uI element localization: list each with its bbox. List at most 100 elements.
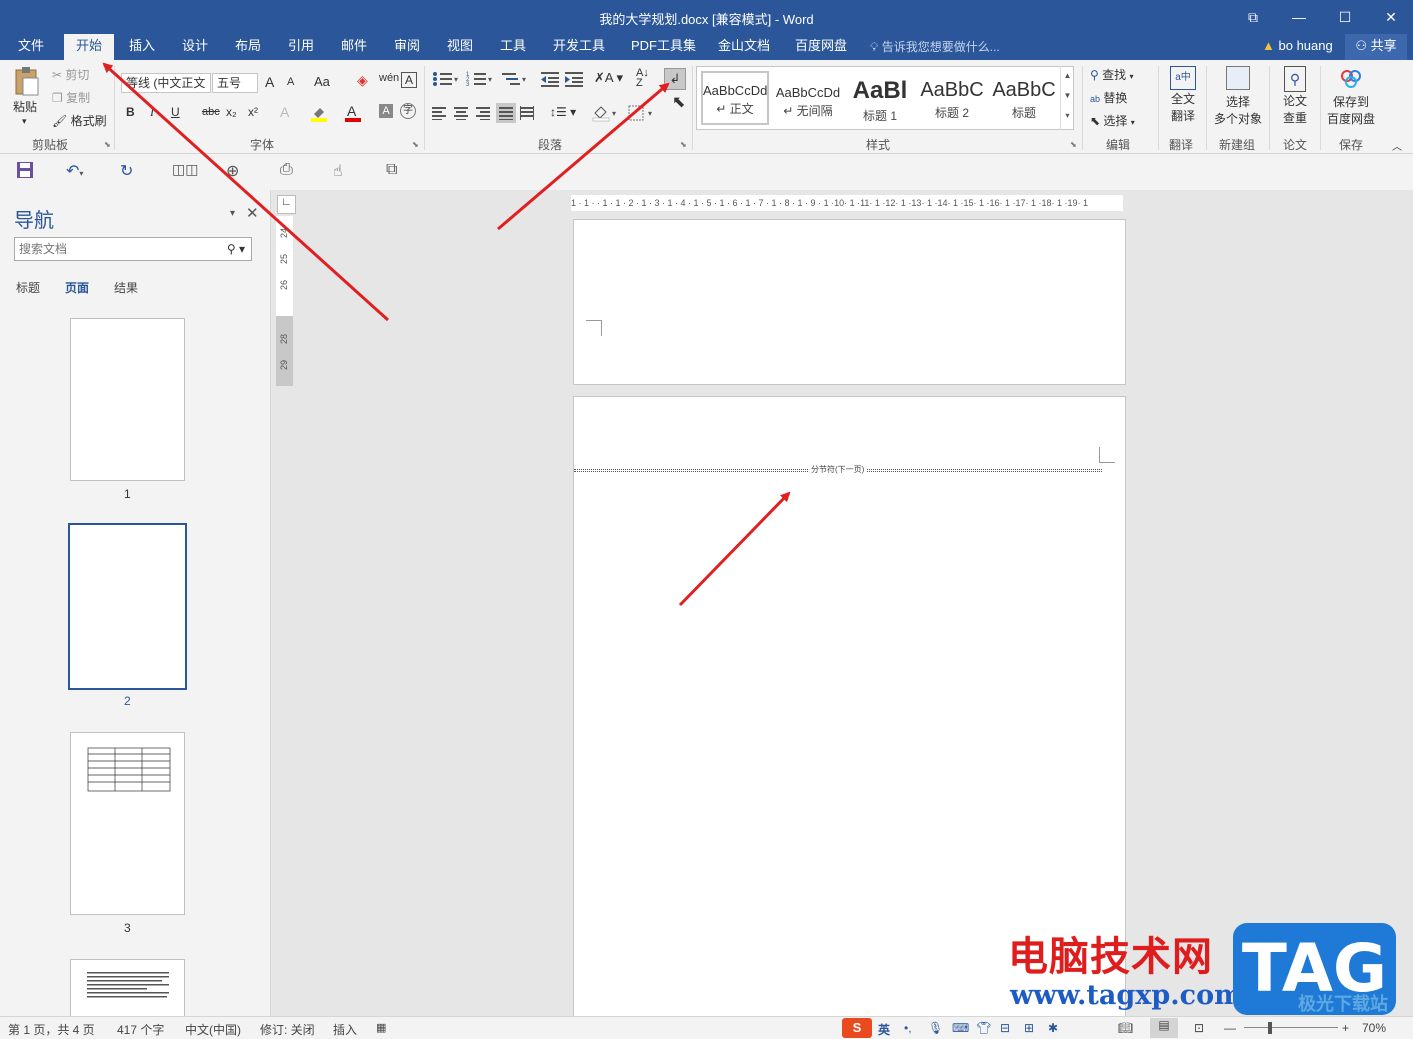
line-spacing-icon[interactable]: ↕☰ ▾ [550, 105, 576, 119]
vertical-ruler[interactable]: 24 25 26 28 29 [276, 216, 293, 386]
numbering-icon[interactable]: 1 2 3 ▾ [466, 70, 494, 91]
minimize-button[interactable]: — [1276, 5, 1322, 29]
subscript-button[interactable]: x₂ [226, 105, 237, 119]
format-painter-button[interactable]: 🖌︎ 格式刷 [52, 112, 107, 129]
tab-review[interactable]: 审阅 [382, 34, 432, 60]
user-account[interactable]: ▲ bo huang [1262, 38, 1333, 53]
insert-mode[interactable]: 插入 [333, 1021, 357, 1038]
tab-insert[interactable]: 插入 [117, 34, 167, 60]
collapse-ribbon-icon[interactable]: ︿ [1392, 138, 1402, 153]
tab-layout[interactable]: 布局 [223, 34, 273, 60]
align-right-icon[interactable] [476, 106, 492, 123]
zoom-level[interactable]: 70% [1362, 1021, 1386, 1035]
tab-design[interactable]: 设计 [170, 34, 220, 60]
horizontal-ruler[interactable]: 1 · 1 · · 1 · 1 · 2 · 1 · 3 · 1 · 4 · 1 … [571, 195, 1123, 211]
redo-icon[interactable]: ↻ [120, 161, 144, 183]
settings-icon[interactable]: ✱ [1048, 1021, 1058, 1035]
multilevel-list-icon[interactable]: ▾ [500, 70, 528, 91]
align-left-icon[interactable] [432, 106, 448, 123]
tab-kingsoft-docs[interactable]: 金山文档 [706, 34, 782, 60]
paste-dropdown-icon[interactable]: ▾ [22, 116, 27, 127]
zoom-slider[interactable] [1244, 1027, 1338, 1028]
page-thumbnail-2[interactable] [68, 523, 187, 690]
tab-file[interactable]: 文件 [6, 34, 56, 60]
print-layout-view-icon[interactable]: ▤ [1150, 1018, 1178, 1038]
styles-scroll[interactable]: ▲ ▼ ▾ [1060, 66, 1074, 130]
shading-icon[interactable]: ▾ [592, 104, 622, 125]
replace-button[interactable]: ab 替换 [1090, 89, 1127, 106]
search-icon[interactable]: ⚲ ▾ [227, 238, 245, 260]
sogou-ime-icon[interactable]: S [842, 1018, 872, 1038]
tab-view[interactable]: 视图 [435, 34, 485, 60]
font-size-combo[interactable]: 五号 [212, 73, 258, 93]
char-shading-icon[interactable]: A [379, 104, 393, 118]
zoom-out-icon[interactable]: — [1224, 1021, 1236, 1035]
text-effects-icon[interactable]: A [280, 104, 289, 120]
search-input[interactable]: 搜索文档 ⚲ ▾ [14, 237, 252, 261]
select-objects-button[interactable]: 选择 多个对象 [1213, 66, 1263, 127]
italic-button[interactable]: I [150, 105, 154, 120]
tab-pdf-tools[interactable]: PDF工具集 [619, 34, 708, 60]
tab-baidu-netdisk[interactable]: 百度网盘 [783, 34, 859, 60]
document-area[interactable]: ∟ 24 25 26 28 29 1 · 1 · · 1 · 1 · 2 · 1… [272, 190, 1413, 1016]
page-1-bottom[interactable] [573, 219, 1126, 385]
change-case-button[interactable]: Aa [314, 74, 330, 89]
read-mode-view-icon[interactable]: 📖︎ [1118, 1021, 1133, 1035]
style-heading-2[interactable]: AaBbC 标题 2 [917, 75, 987, 129]
apps-icon[interactable]: ⊞ [1024, 1021, 1034, 1035]
ribbon-display-button[interactable]: ⧉ [1230, 5, 1276, 29]
select-button[interactable]: ⬉ 选择 ▾ [1090, 112, 1135, 129]
page-thumbnail-1[interactable] [70, 318, 185, 481]
clipboard-launcher-icon[interactable]: ⬊ [104, 140, 111, 149]
read-mode-icon[interactable]: ◫◫ [172, 161, 198, 183]
paste-icon[interactable] [12, 66, 42, 96]
page-thumbnail-4[interactable] [70, 959, 185, 1016]
page-count[interactable]: 第 1 页，共 4 页 [8, 1021, 95, 1038]
print-preview-icon[interactable]: ⎙ [280, 161, 304, 183]
touch-mode-icon[interactable]: ☝ [333, 161, 357, 183]
customize-qat-icon[interactable]: ⧉ [386, 161, 410, 183]
keyboard-icon[interactable]: ⌨ [952, 1021, 969, 1035]
superscript-button[interactable]: x² [248, 105, 258, 119]
clear-format-icon[interactable]: ◈ [357, 72, 368, 89]
skin-icon[interactable]: 👕︎ [976, 1021, 991, 1035]
highlight-icon[interactable] [310, 104, 328, 125]
copy-button[interactable]: ❐ 复制 [52, 89, 90, 106]
paper-check-button[interactable]: ⚲ 论文 查重 [1280, 66, 1310, 126]
tab-tools[interactable]: 工具 [488, 34, 538, 60]
microphone-icon[interactable]: 🎙︎ [928, 1021, 943, 1035]
strikethrough-button[interactable]: abc [202, 106, 220, 118]
find-button[interactable]: ⚲ 查找 ▾ [1090, 66, 1134, 83]
tab-selector-icon[interactable]: ∟ [277, 195, 296, 214]
toolbox-icon[interactable]: ⊟ [1000, 1021, 1010, 1035]
zoom-slider-thumb[interactable] [1268, 1022, 1272, 1034]
increase-indent-icon[interactable] [564, 70, 584, 91]
sort-icon[interactable]: A↓ Z [636, 68, 649, 89]
style-title[interactable]: AaBbC 标题 [989, 75, 1059, 129]
page-thumbnail-3[interactable] [70, 732, 185, 915]
tell-me-box[interactable]: 💡︎ 告诉我您想要做什么... [870, 38, 1000, 55]
phonetic-guide-icon[interactable]: wén [379, 72, 399, 84]
paste-button[interactable]: 粘贴 [13, 98, 37, 115]
full-translate-button[interactable]: a中 全文 翻译 [1168, 66, 1198, 124]
zoom-in-icon[interactable]: + [1342, 1021, 1349, 1035]
font-name-combo[interactable]: 等线 (中文正文 [121, 73, 211, 93]
underline-button[interactable]: U [171, 105, 180, 119]
tab-developer[interactable]: 开发工具 [541, 34, 617, 60]
web-layout-view-icon[interactable]: ⊡ [1194, 1021, 1204, 1035]
chinese-layout-icon[interactable]: ✗A ▾ [594, 70, 623, 86]
track-changes[interactable]: 修订: 关闭 [260, 1021, 315, 1038]
paragraph-launcher-icon[interactable]: ⬊ [680, 140, 687, 149]
nav-tab-results[interactable]: 结果 [114, 279, 138, 296]
shrink-font-button[interactable]: A [287, 76, 294, 88]
web-icon[interactable]: ⊕ [226, 161, 250, 183]
save-icon[interactable] [16, 161, 40, 183]
borders-icon[interactable]: ▾ [628, 104, 658, 125]
bullets-icon[interactable]: ▾ [432, 70, 460, 91]
show-formatting-marks-button[interactable]: ↲ [664, 68, 686, 90]
language[interactable]: 中文(中国) [185, 1021, 241, 1038]
cut-button[interactable]: ✂ 剪切 [52, 66, 89, 83]
styles-launcher-icon[interactable]: ⬊ [1070, 140, 1077, 149]
bold-button[interactable]: B [126, 105, 135, 119]
macro-icon[interactable]: ▦ [376, 1021, 386, 1034]
